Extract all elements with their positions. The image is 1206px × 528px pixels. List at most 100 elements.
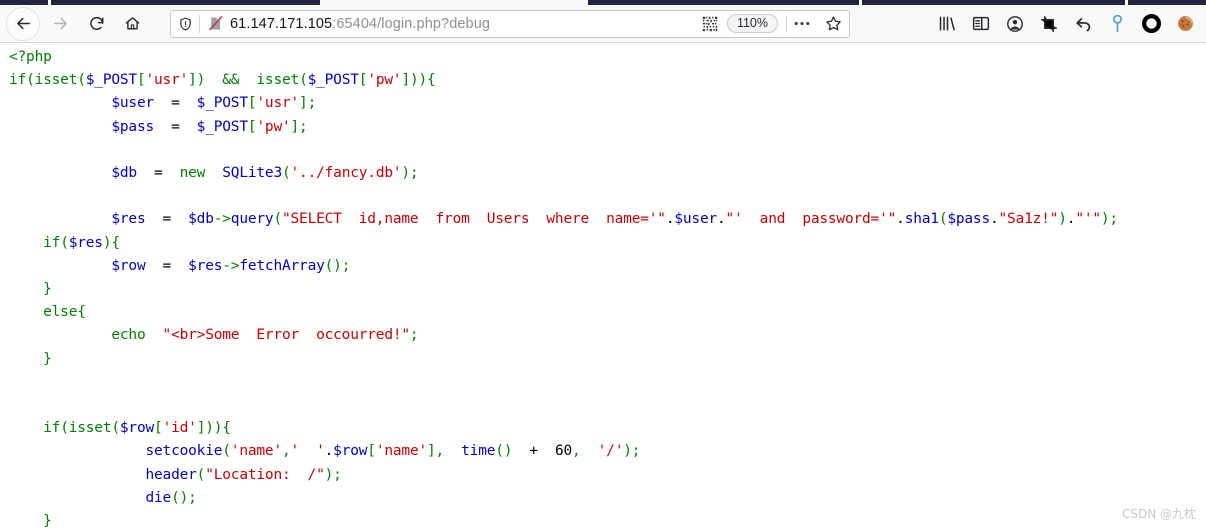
url-host: 61.147.171.105	[230, 15, 333, 32]
code-token: "' and password='"	[725, 211, 897, 228]
code-token: $pass	[947, 211, 990, 228]
url-path: :65404/login.php?debug	[332, 15, 491, 32]
cookie-icon	[1177, 16, 1193, 31]
code-token: $res	[188, 257, 223, 274]
code-line: }	[9, 348, 1206, 371]
code-token: '/'	[597, 443, 624, 460]
code-token: ];	[299, 95, 317, 112]
code-token: ])){	[196, 420, 231, 437]
code-token: ' '	[290, 443, 325, 460]
code-token: $_POST	[307, 72, 359, 89]
code-line: }	[9, 510, 1206, 528]
code-token: 'name'	[230, 443, 282, 460]
code-token: <?php	[9, 49, 52, 65]
code-token: if	[43, 234, 61, 251]
code-token: ])){	[401, 72, 436, 89]
code-token: ],	[427, 443, 445, 460]
code-token: "'"	[1075, 211, 1101, 228]
sidebar-button[interactable]	[964, 8, 998, 40]
shield-icon	[179, 17, 191, 30]
code-line: $user = $_POST['usr'];	[9, 92, 1206, 115]
code-token: sha1	[904, 211, 939, 228]
code-token: $row	[111, 257, 146, 274]
code-token: [	[154, 420, 163, 437]
screenshot-crop-icon	[1041, 15, 1057, 32]
code-line: if($res){	[9, 232, 1206, 255]
code-token: ,	[281, 443, 291, 460]
pin-marker-button[interactable]	[1100, 8, 1134, 40]
code-token: (	[60, 420, 69, 437]
record-button[interactable]	[1134, 8, 1168, 40]
code-line: header("Location: /");	[9, 464, 1206, 487]
code-line: if(isset($row['id'])){	[9, 417, 1206, 440]
tracking-protection-button[interactable]	[171, 16, 199, 32]
code-token: time	[461, 443, 496, 460]
code-line: else{	[9, 301, 1206, 324]
cookie-button[interactable]	[1168, 8, 1202, 40]
code-token: .	[717, 211, 726, 228]
library-button[interactable]	[930, 8, 964, 40]
url-text[interactable]: 61.147.171.105:65404/login.php?debug	[230, 16, 693, 32]
bookmark-button[interactable]	[817, 15, 849, 32]
code-token: ,	[572, 443, 581, 460]
code-token: =	[171, 95, 180, 112]
code-token: "SELECT id,name from Users where name='"	[281, 211, 666, 228]
zoom-level-badge[interactable]: 110%	[726, 13, 778, 34]
code-token: (	[111, 420, 120, 437]
code-token: )	[1058, 211, 1067, 228]
screenshot-button[interactable]	[1032, 8, 1066, 40]
blocked-page-icon	[208, 16, 222, 31]
account-button[interactable]	[998, 8, 1032, 40]
code-token: query	[230, 211, 274, 228]
code-line: echo "<br>Some Error occourred!";	[9, 324, 1206, 347]
code-token: if	[9, 72, 27, 89]
code-token: 'name'	[375, 443, 428, 460]
code-token: 'id'	[162, 420, 197, 437]
code-token: $pass	[111, 118, 155, 135]
code-token: isset	[256, 72, 300, 89]
code-token: (	[196, 466, 206, 483]
code-token: $row	[333, 443, 368, 460]
url-bar[interactable]: 61.147.171.105:65404/login.php?debug 110…	[170, 9, 850, 38]
code-token: ){	[102, 234, 120, 251]
qr-code-icon	[702, 16, 718, 31]
code-token: .	[324, 443, 334, 460]
code-line: $db = new SQLite3('../fancy.db');	[9, 162, 1206, 185]
code-line: }	[9, 278, 1206, 301]
code-token: echo	[111, 327, 146, 344]
qr-code-button[interactable]	[693, 16, 727, 32]
code-token: $res	[111, 211, 146, 228]
code-token: ->	[222, 257, 240, 274]
code-token: ];	[290, 118, 308, 135]
code-line: $res = $db->query("SELECT id,name from U…	[9, 208, 1206, 231]
code-token: ])	[188, 72, 206, 89]
code-token: "Sa1z!"	[998, 211, 1059, 228]
code-token: $user	[674, 211, 718, 228]
undo-close-tab-button[interactable]	[1066, 8, 1100, 40]
page-actions-button[interactable]	[787, 21, 817, 26]
reload-icon	[89, 16, 103, 30]
code-token: ->	[213, 211, 231, 228]
reload-button[interactable]	[80, 8, 112, 40]
forward-button[interactable]	[44, 8, 76, 40]
home-button[interactable]	[116, 8, 148, 40]
back-button[interactable]	[6, 6, 40, 41]
account-icon	[1007, 15, 1023, 32]
code-token: if	[43, 420, 61, 437]
code-line: if(isset($_POST['usr']) && isset($_POST[…	[9, 69, 1206, 92]
connection-security-button[interactable]	[200, 15, 230, 32]
